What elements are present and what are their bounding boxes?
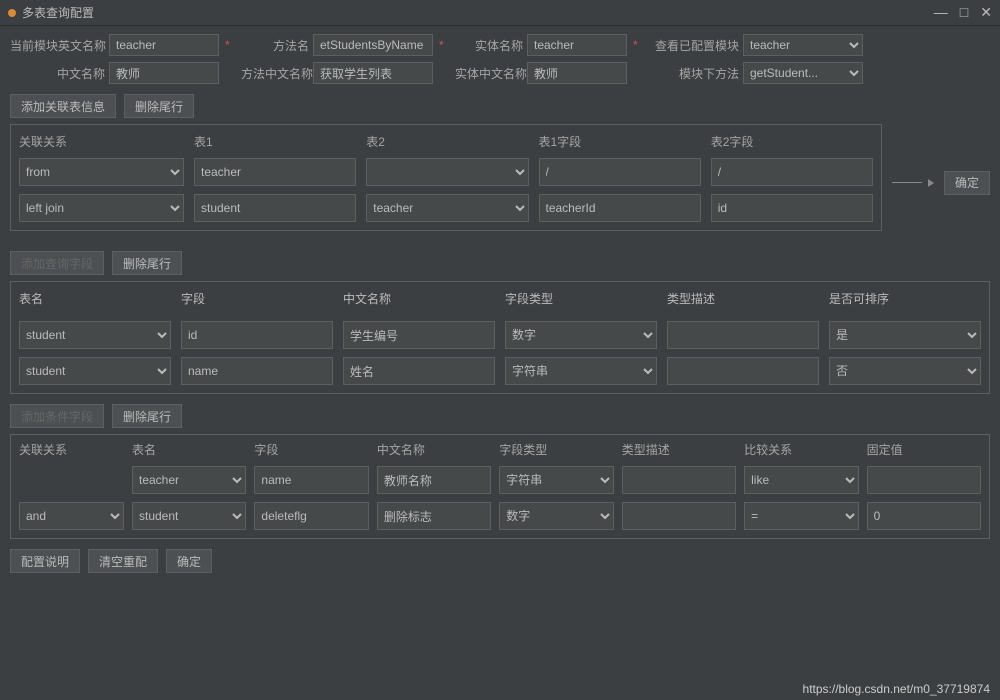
cond-header-cn: 中文名称	[377, 441, 491, 458]
cond-field-input[interactable]	[254, 466, 368, 494]
entity-cn-input[interactable]	[527, 62, 627, 84]
query-cn-input[interactable]	[343, 321, 495, 349]
cond-panel: 关联关系 表名 字段 中文名称 字段类型 类型描述 比较关系 固定值 teach…	[10, 434, 990, 539]
delete-tail-button-2[interactable]: 删除尾行	[112, 251, 182, 275]
query-header-table: 表名	[19, 290, 171, 307]
label-method: 方法名	[241, 37, 309, 54]
join-f1-input[interactable]	[539, 158, 701, 186]
clear-reconf-button[interactable]: 清空重配	[88, 549, 158, 573]
add-join-button[interactable]: 添加关联表信息	[10, 94, 116, 118]
label-module-method: 模块下方法	[649, 65, 739, 82]
cond-header-cmp: 比较关系	[744, 441, 858, 458]
cond-header-table: 表名	[132, 441, 246, 458]
join-header-t1: 表1	[194, 133, 356, 150]
watermark-url: https://blog.csdn.net/m0_37719874	[803, 682, 990, 696]
query-panel: 表名 字段 中文名称 字段类型 类型描述 是否可排序 student 数字 是 …	[10, 281, 990, 394]
cond-type-select[interactable]: 数字	[499, 502, 613, 530]
query-cn-input[interactable]	[343, 357, 495, 385]
close-button[interactable]: ✕	[980, 4, 992, 21]
config-desc-button[interactable]: 配置说明	[10, 549, 80, 573]
join-header-t2: 表2	[366, 133, 528, 150]
cond-fixed-input[interactable]	[867, 466, 981, 494]
query-desc-input[interactable]	[667, 321, 819, 349]
join-header-rel: 关联关系	[19, 133, 184, 150]
join-header-f2: 表2字段	[711, 133, 873, 150]
query-type-select[interactable]: 字符串	[505, 357, 657, 385]
join-t1-input[interactable]	[194, 194, 356, 222]
query-sortable-select[interactable]: 是	[829, 321, 981, 349]
query-type-select[interactable]: 数字	[505, 321, 657, 349]
query-header-type: 字段类型	[505, 290, 657, 307]
arrow-icon	[892, 179, 934, 187]
label-method-cn: 方法中文名称	[241, 65, 309, 82]
query-table-select[interactable]: student	[19, 357, 171, 385]
delete-tail-button-3[interactable]: 删除尾行	[112, 404, 182, 428]
join-f2-input[interactable]	[711, 158, 873, 186]
query-field-input[interactable]	[181, 357, 333, 385]
query-field-input[interactable]	[181, 321, 333, 349]
add-query-button[interactable]: 添加查询字段	[10, 251, 104, 275]
cond-cmp-select[interactable]: like	[744, 466, 858, 494]
query-desc-input[interactable]	[667, 357, 819, 385]
join-header-f1: 表1字段	[539, 133, 701, 150]
method-cn-input[interactable]	[313, 62, 433, 84]
label-module-en: 当前模块英文名称	[10, 37, 105, 54]
label-entity-cn: 实体中文名称	[455, 65, 523, 82]
cond-header-rel: 关联关系	[19, 441, 124, 458]
method-input[interactable]	[313, 34, 433, 56]
label-entity: 实体名称	[455, 37, 523, 54]
label-cn: 中文名称	[10, 65, 105, 82]
required-mark: *	[223, 38, 237, 52]
confirm-join-button[interactable]: 确定	[944, 171, 990, 195]
cond-rel-select[interactable]: and	[19, 502, 124, 530]
cond-header-field: 字段	[254, 441, 368, 458]
join-rel-select[interactable]: from	[19, 158, 184, 186]
cond-cmp-select[interactable]: =	[744, 502, 858, 530]
window-title: 多表查询配置	[22, 4, 934, 21]
join-f2-input[interactable]	[711, 194, 873, 222]
cond-fixed-input[interactable]	[867, 502, 981, 530]
cond-table-select[interactable]: teacher	[132, 466, 246, 494]
cn-input[interactable]	[109, 62, 219, 84]
query-header-field: 字段	[181, 290, 333, 307]
entity-input[interactable]	[527, 34, 627, 56]
cond-desc-input[interactable]	[622, 466, 736, 494]
cond-table-select[interactable]: student	[132, 502, 246, 530]
cond-header-type: 字段类型	[499, 441, 613, 458]
module-method-select[interactable]: getStudent...	[743, 62, 863, 84]
maximize-button[interactable]: □	[960, 4, 968, 21]
query-sortable-select[interactable]: 否	[829, 357, 981, 385]
join-panel: 关联关系 表1 表2 表1字段 表2字段 from left join teac…	[10, 124, 882, 231]
cond-desc-input[interactable]	[622, 502, 736, 530]
query-table-select[interactable]: student	[19, 321, 171, 349]
titlebar: 多表查询配置 — □ ✕	[0, 0, 1000, 26]
query-header-sortable: 是否可排序	[829, 290, 981, 307]
query-header-desc: 类型描述	[667, 290, 819, 307]
join-t2-select[interactable]	[366, 158, 528, 186]
cond-field-input[interactable]	[254, 502, 368, 530]
query-header-cn: 中文名称	[343, 290, 495, 307]
cond-cn-input[interactable]	[377, 466, 491, 494]
required-mark: *	[437, 38, 451, 52]
cond-header-fixed: 固定值	[867, 441, 981, 458]
confirm-button[interactable]: 确定	[166, 549, 212, 573]
label-view-module: 查看已配置模块	[649, 37, 739, 54]
add-cond-button[interactable]: 添加条件字段	[10, 404, 104, 428]
join-f1-input[interactable]	[539, 194, 701, 222]
delete-tail-button[interactable]: 删除尾行	[124, 94, 194, 118]
join-t2-select[interactable]: teacher	[366, 194, 528, 222]
view-module-select[interactable]: teacher	[743, 34, 863, 56]
minimize-button[interactable]: —	[934, 4, 948, 21]
cond-cn-input[interactable]	[377, 502, 491, 530]
join-rel-select[interactable]: left join	[19, 194, 184, 222]
cond-type-select[interactable]: 字符串	[499, 466, 613, 494]
join-t1-input[interactable]	[194, 158, 356, 186]
cond-header-desc: 类型描述	[622, 441, 736, 458]
required-mark: *	[631, 38, 645, 52]
module-en-input[interactable]	[109, 34, 219, 56]
app-icon	[8, 9, 16, 17]
